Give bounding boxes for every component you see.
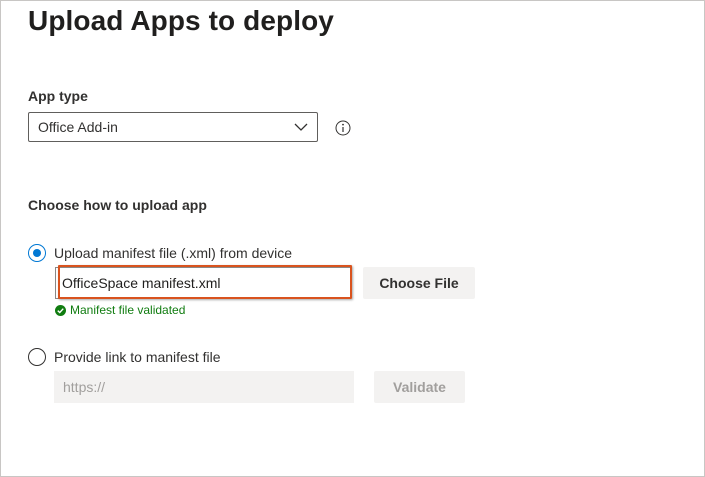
chevron-down-icon xyxy=(294,123,308,131)
manifest-url-placeholder: https:// xyxy=(63,379,106,395)
upload-apps-panel: Upload Apps to deploy App type Office Ad… xyxy=(0,0,705,477)
manifest-file-name: OfficeSpace manifest.xml xyxy=(62,275,221,291)
radio-provide-link[interactable] xyxy=(28,348,46,366)
upload-method-heading: Choose how to upload app xyxy=(28,197,207,213)
app-type-label: App type xyxy=(28,88,88,104)
radio-upload-file[interactable] xyxy=(28,244,46,262)
radio-provide-link-label: Provide link to manifest file xyxy=(54,349,221,365)
manifest-file-field[interactable]: OfficeSpace manifest.xml xyxy=(55,267,351,299)
manifest-url-input[interactable]: https:// xyxy=(54,371,354,403)
radio-upload-file-option[interactable]: Upload manifest file (.xml) from device xyxy=(28,244,292,262)
app-type-dropdown[interactable]: Office Add-in xyxy=(28,112,318,142)
choose-file-button[interactable]: Choose File xyxy=(363,267,475,299)
validation-status-text: Manifest file validated xyxy=(70,303,186,317)
radio-link-option[interactable]: Provide link to manifest file xyxy=(28,348,221,366)
info-icon[interactable] xyxy=(335,120,351,136)
app-type-selected-value: Office Add-in xyxy=(38,119,118,135)
validation-status: Manifest file validated xyxy=(55,303,185,317)
radio-upload-file-label: Upload manifest file (.xml) from device xyxy=(54,245,293,261)
validate-button[interactable]: Validate xyxy=(374,371,465,403)
check-circle-icon xyxy=(55,304,66,316)
page-title: Upload Apps to deploy xyxy=(28,5,334,36)
